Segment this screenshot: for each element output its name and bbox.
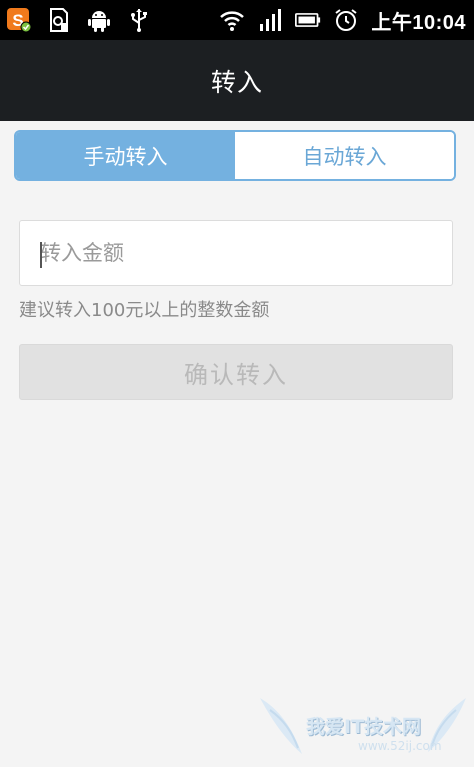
sd-card-icon bbox=[46, 7, 72, 33]
amount-hint: 建议转入100元以上的整数金额 bbox=[19, 300, 270, 321]
page-title: 转入 bbox=[210, 67, 263, 97]
alarm-icon bbox=[333, 7, 359, 33]
watermark-url: www.52ij.com bbox=[358, 739, 442, 753]
usb-icon bbox=[126, 7, 152, 33]
android-debug-icon bbox=[86, 7, 112, 33]
sogou-input-icon: S bbox=[6, 7, 32, 33]
amount-field bbox=[19, 220, 453, 286]
status-notifications: S bbox=[6, 6, 152, 34]
confirm-transfer-button[interactable]: 确认转入 bbox=[19, 344, 453, 400]
amount-input[interactable] bbox=[20, 221, 452, 285]
watermark: 我爱IT技术网 www.52ij.com bbox=[258, 690, 468, 764]
text-cursor bbox=[40, 242, 42, 268]
battery-icon bbox=[295, 7, 321, 33]
status-bar: S 上午10:04 bbox=[0, 0, 474, 40]
watermark-title: 我爱IT技术网 bbox=[306, 716, 422, 738]
wifi-icon bbox=[219, 7, 245, 33]
signal-icon bbox=[257, 7, 283, 33]
title-bar: 转入 bbox=[0, 40, 474, 121]
tab-auto-transfer[interactable]: 自动转入 bbox=[235, 132, 454, 179]
status-system: 上午10:04 bbox=[219, 6, 466, 34]
tab-manual-transfer[interactable]: 手动转入 bbox=[16, 132, 235, 179]
transfer-mode-tabs: 手动转入 自动转入 bbox=[14, 130, 456, 181]
status-time: 上午10:04 bbox=[371, 11, 466, 34]
